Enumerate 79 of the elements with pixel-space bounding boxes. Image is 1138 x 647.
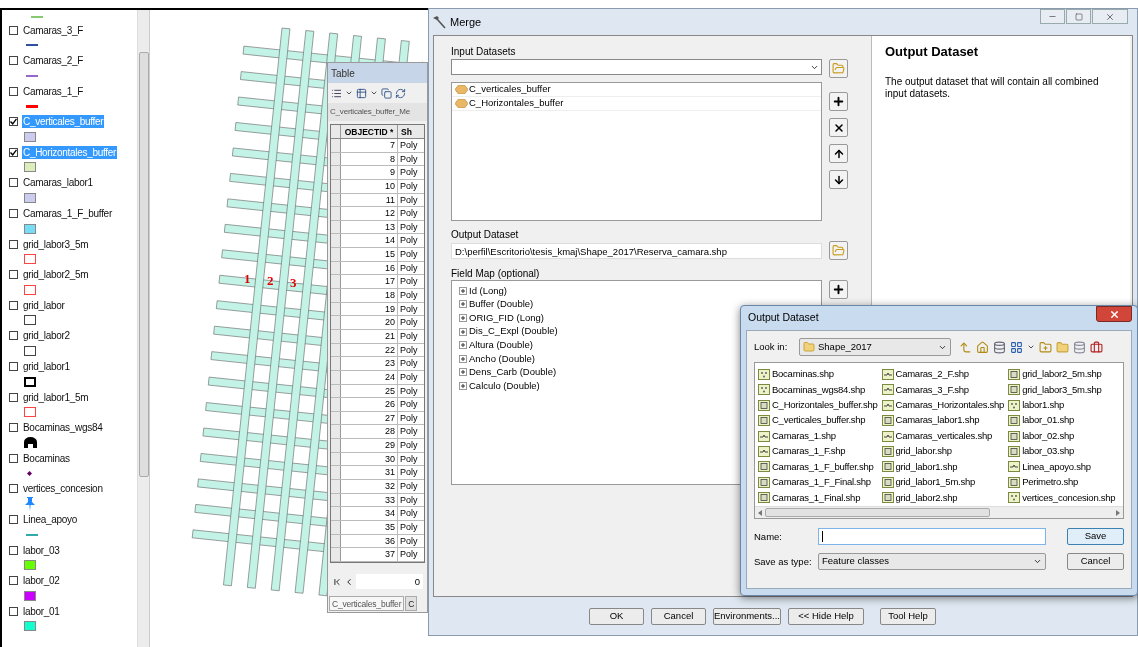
table-cell: 29: [341, 439, 398, 452]
table-cell-text: Poly: [399, 520, 419, 534]
table-cell: 30: [341, 452, 398, 466]
table-cell: 24: [341, 370, 398, 384]
table-cell-text: Poly: [399, 193, 419, 207]
table-cell: 12: [341, 207, 398, 220]
table-cell: 18: [341, 289, 398, 302]
table-cell-text: Poly: [399, 480, 419, 493]
table-cell-text: Poly: [399, 316, 419, 329]
table-cell: 36: [341, 534, 398, 548]
table-cell-text: Poly: [399, 384, 419, 398]
table-cell: 32: [341, 480, 398, 493]
table-cell-text: Poly: [399, 493, 419, 507]
table-cell-text: Poly: [399, 357, 419, 370]
window-title: Output Dataset: [747, 310, 819, 326]
table-cell-text: Poly: [399, 534, 419, 548]
table-cell-text: Poly: [399, 207, 419, 220]
table-cell-text: Poly: [399, 179, 419, 193]
map-label: 3: [290, 276, 297, 289]
table-cell: 7: [341, 139, 398, 152]
table-cell: 8: [341, 152, 398, 166]
dataset-name: C_Horizontales_buffer: [469, 96, 564, 111]
table-cell-text: Poly: [399, 329, 419, 343]
table-cell-text: Poly: [399, 370, 419, 384]
table-cell-text: Poly: [399, 507, 419, 520]
help-text: The output dataset that will contain all combined input datasets.: [885, 75, 1100, 100]
table-cell-text: Poly: [399, 261, 419, 275]
table-cell: 25: [341, 384, 398, 398]
field-label: Save as type:: [754, 555, 813, 569]
table-cell: 21: [341, 329, 398, 343]
field-label: Output Dataset: [451, 228, 520, 241]
table-cell-text: Poly: [399, 425, 419, 439]
table-cell: 31: [341, 466, 398, 479]
table-cell: 37: [341, 548, 398, 561]
table-cell: 27: [341, 411, 398, 425]
window-title: Table: [331, 66, 355, 81]
table-cell-text: Poly: [399, 466, 419, 479]
table-cell: 35: [341, 520, 398, 534]
layer-tab-title: C_verticales_buffer_Me: [328, 103, 427, 121]
table-cell-text: Poly: [399, 234, 419, 248]
table-cell: 33: [341, 493, 398, 507]
table-cell: 10: [341, 179, 398, 193]
table-cell: 11: [341, 193, 398, 207]
table-cell: 13: [341, 220, 398, 234]
table-cell-text: Poly: [399, 166, 419, 179]
table-cell: 17: [341, 275, 398, 289]
table-cell: 34: [341, 507, 398, 520]
dataset-name: C_verticales_buffer: [469, 82, 551, 97]
table-cell-text: Poly: [399, 439, 419, 452]
window-title: Merge: [450, 14, 482, 30]
table-cell-text: Poly: [399, 398, 419, 411]
table-cell-text: Poly: [399, 248, 419, 261]
table-cell-text: Poly: [399, 452, 419, 466]
table-cell-text: Poly: [399, 302, 419, 316]
table-cell: 15: [341, 248, 398, 261]
table-cell: 22: [341, 343, 398, 357]
field-label: Name:: [754, 530, 783, 544]
table-cell: 26: [341, 398, 398, 411]
table-cell: 16: [341, 261, 398, 275]
table-cell-text: Poly: [399, 548, 419, 561]
field-label: Field Map (optional): [451, 267, 541, 280]
table-cell-text: Poly: [399, 275, 419, 289]
table-cell: 19: [341, 302, 398, 316]
help-title: Output Dataset: [885, 43, 980, 61]
map-label: 1: [244, 272, 251, 285]
look-in-label: Look in:: [754, 339, 789, 354]
table-cell: 14: [341, 234, 398, 248]
table-cell-text: Poly: [399, 289, 419, 302]
table-cell-text: Poly: [399, 152, 419, 166]
table-cell-text: Poly: [399, 220, 419, 234]
table-cell: 28: [341, 425, 398, 439]
field-label: Input Datasets: [451, 45, 517, 59]
table-cell-text: Poly: [399, 411, 419, 425]
table-cell: 23: [341, 357, 398, 370]
map-label: 2: [267, 274, 274, 287]
table-cell-text: Poly: [399, 139, 419, 152]
table-cell: 9: [341, 166, 398, 179]
table-cell-text: Poly: [399, 343, 419, 357]
table-cell: 20: [341, 316, 398, 329]
